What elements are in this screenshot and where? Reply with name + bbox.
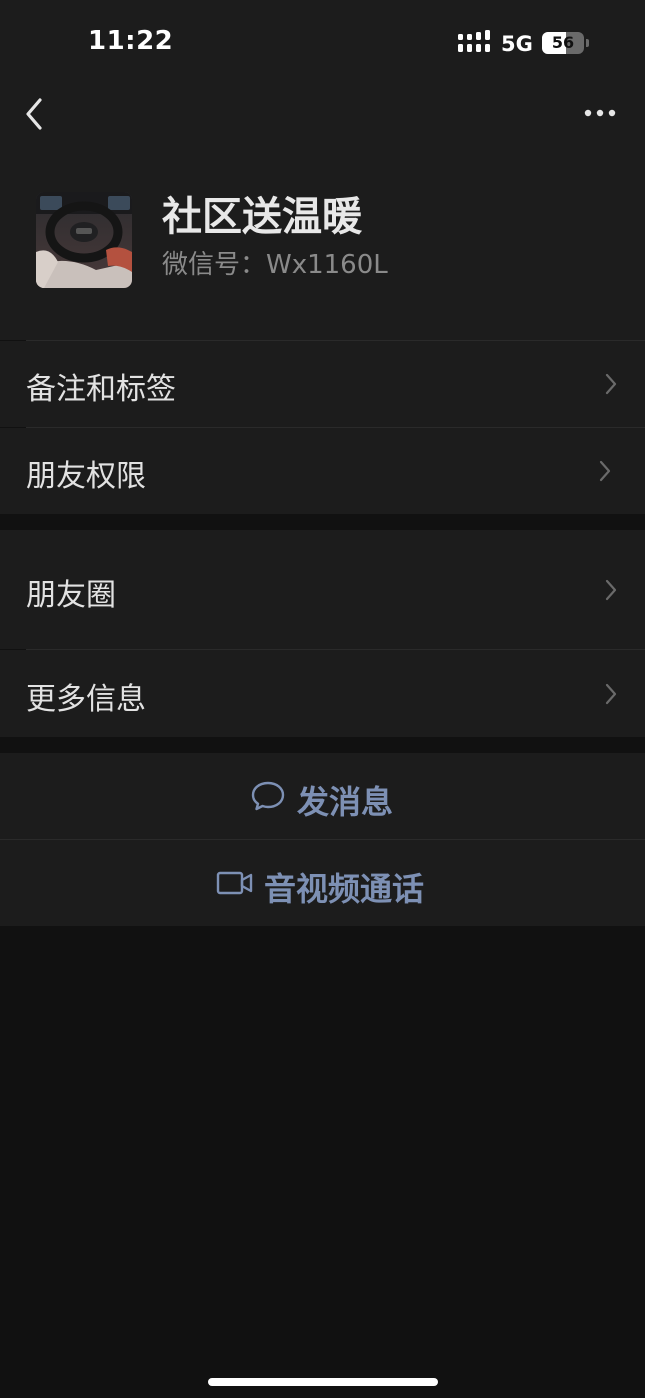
video-call-label: 音视频通话: [264, 870, 425, 908]
network-type: 5G: [501, 32, 533, 56]
battery-level: 56: [551, 33, 575, 52]
status-time: 11:22: [88, 26, 174, 56]
avatar-image: [36, 192, 132, 288]
remark-tags-label: 备注和标签: [26, 372, 176, 407]
wechat-id: 微信号：Wx1160L: [162, 250, 388, 280]
signal-icon: [458, 30, 490, 52]
avatar[interactable]: [36, 192, 132, 288]
video-camera-icon: [216, 871, 253, 895]
moments-label: 朋友圈: [26, 578, 116, 613]
chevron-right-icon: [605, 373, 617, 395]
chevron-right-icon: [605, 579, 617, 601]
chevron-right-icon: [599, 460, 611, 482]
more-options-button[interactable]: [578, 100, 622, 126]
moments-row[interactable]: 朋友圈: [0, 530, 645, 649]
send-message-label: 发消息: [297, 783, 394, 821]
more-info-label: 更多信息: [26, 682, 146, 717]
chevron-right-icon: [605, 683, 617, 705]
send-message-button[interactable]: 发消息: [0, 753, 645, 839]
friend-permissions-row[interactable]: 朋友权限: [0, 428, 645, 514]
back-button[interactable]: [18, 92, 54, 136]
chat-bubble-icon: [251, 781, 285, 811]
video-call-button[interactable]: 音视频通话: [0, 840, 645, 926]
contact-name: 社区送温暖: [162, 194, 362, 240]
contact-profile-screen: 11:22 5G 56 社区送温暖 微信号：Wx1160L 备注和标签 朋友权限…: [0, 0, 645, 1398]
friend-permissions-label: 朋友权限: [26, 459, 146, 494]
battery-nub: [586, 39, 589, 47]
home-indicator[interactable]: [208, 1378, 438, 1386]
more-info-row[interactable]: 更多信息: [0, 650, 645, 737]
remark-tags-row[interactable]: 备注和标签: [0, 341, 645, 427]
battery-icon: 56: [542, 32, 584, 54]
